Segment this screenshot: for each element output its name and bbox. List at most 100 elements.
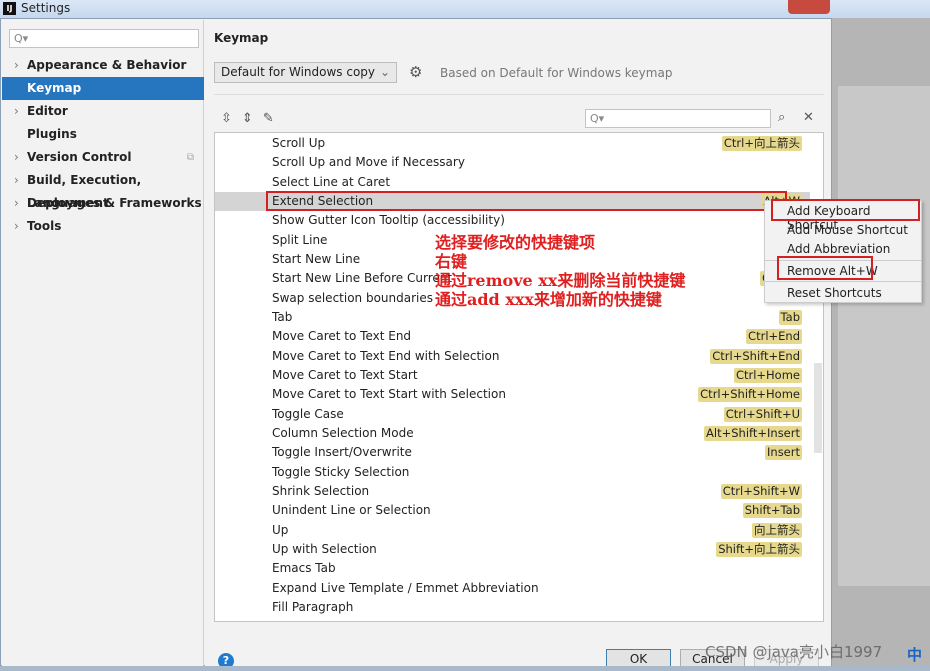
shortcut-badge: Insert <box>765 445 802 461</box>
expand-all-icon[interactable]: ⇳ <box>221 111 232 126</box>
gear-icon[interactable]: ⚙ <box>409 63 422 81</box>
collapse-all-icon[interactable]: ⇕ <box>242 111 253 126</box>
chevron-right-icon[interactable]: › <box>14 54 19 77</box>
annotation: 选择要修改的快捷键项 右键 通过remove xx来删除当前快捷键 通过add … <box>435 233 685 309</box>
action-row[interactable]: Move Caret to Text End with Selection Ctr… <box>215 347 810 366</box>
background-window <box>838 86 930 586</box>
settings-dialog: Q▾ › Appearance & Behavior Keymap › Editor Pl… <box>0 18 832 670</box>
action-row[interactable]: Move Caret to Text Start with Selection C… <box>215 385 810 404</box>
action-name: Toggle Case <box>272 406 344 421</box>
list-toolbar: ⇳ ⇕ ✎ <box>221 111 284 126</box>
find-by-shortcut-icon[interactable]: ⌕ <box>778 110 785 125</box>
menu-reset-shortcuts[interactable]: Reset Shortcuts <box>787 286 882 300</box>
shortcut-badge: Tab <box>778 309 802 325</box>
action-name: Up with Selection <box>272 541 377 556</box>
chevron-down-icon: ⌄ <box>379 65 390 79</box>
action-row[interactable]: Tab Tab <box>215 308 810 327</box>
keymap-select[interactable]: Default for Windows copy ⌄ <box>214 62 397 83</box>
action-name: Toggle Insert/Overwrite <box>272 445 412 460</box>
shortcut-badge: 向上箭头 <box>752 522 802 538</box>
chevron-right-icon[interactable]: › <box>14 192 19 215</box>
action-name: Start New Line Before Current <box>272 271 453 286</box>
action-name: Expand Live Template / Emmet Abbreviatio… <box>272 580 539 595</box>
sidebar-item-appearance-behavior[interactable]: › Appearance & Behavior <box>2 54 204 77</box>
sidebar-item-tools[interactable]: › Tools <box>2 215 204 238</box>
sidebar-item-label: Appearance & Behavior <box>27 58 187 72</box>
sidebar-item-editor[interactable]: › Editor <box>2 100 204 123</box>
sidebar-item-languages-frameworks[interactable]: › Languages & Frameworks <box>2 192 204 215</box>
action-row[interactable]: Toggle Insert/Overwrite Insert <box>215 443 810 462</box>
action-name: Select Line at Caret <box>272 174 391 189</box>
chevron-right-icon[interactable]: › <box>14 146 19 169</box>
sidebar-item-keymap[interactable]: Keymap <box>2 77 204 100</box>
action-row[interactable]: Up with Selection Shift+向上箭头 <box>215 540 810 559</box>
menu-add-abbreviation[interactable]: Add Abbreviation <box>787 242 890 256</box>
action-row[interactable]: Scroll Up and Move if Necessary <box>215 153 810 172</box>
highlight-box <box>777 256 873 280</box>
action-row[interactable]: Move Caret to Text Start Ctrl+Home <box>215 366 810 385</box>
action-name: Scroll Up <box>272 136 326 150</box>
action-row[interactable]: Unindent Line or Selection Shift+Tab <box>215 501 810 520</box>
action-name: Fill Paragraph <box>272 599 354 614</box>
action-name: Shrink Selection <box>272 483 370 498</box>
action-row[interactable]: Toggle Case Ctrl+Shift+U <box>215 405 810 424</box>
menu-add-mouse-shortcut[interactable]: Add Mouse Shortcut <box>787 223 908 237</box>
action-row[interactable]: Toggle Sticky Selection <box>215 463 810 482</box>
sidebar-item-label: Plugins <box>27 127 77 141</box>
action-row[interactable]: Scroll Up Ctrl+向上箭头 <box>215 134 810 153</box>
action-row[interactable]: Emacs Tab <box>215 559 810 578</box>
app-logo: IJ <box>3 2 16 15</box>
chevron-right-icon[interactable]: › <box>14 100 19 123</box>
ime-indicator[interactable]: 中 <box>907 644 922 665</box>
annotation-line: 选择要修改的快捷键项 <box>435 233 596 252</box>
sidebar: Q▾ › Appearance & Behavior Keymap › Editor Pl… <box>2 20 204 666</box>
action-name: Move Caret to Text End <box>272 329 412 344</box>
action-row[interactable]: Column Selection Mode Alt+Shift+Insert <box>215 424 810 443</box>
edit-pencil-icon[interactable]: ✎ <box>263 111 274 126</box>
action-name: Scroll Up and Move if Necessary <box>272 155 465 170</box>
chevron-right-icon[interactable]: › <box>14 169 19 192</box>
shortcut-badge: Alt+Shift+Insert <box>704 425 802 441</box>
action-row[interactable]: Up 向上箭头 <box>215 521 810 540</box>
sidebar-item-version-control[interactable]: › Version Control ⧉ <box>2 146 204 169</box>
sidebar-item-plugins[interactable]: Plugins <box>2 123 204 146</box>
shortcut-badge: Ctrl+Home <box>733 367 802 383</box>
keymap-select-value: Default for Windows copy <box>221 65 376 79</box>
action-name: Toggle Sticky Selection <box>272 464 410 479</box>
action-name: Move Caret to Text End with Selection <box>272 348 500 363</box>
shortcut-badge: Ctrl+Shift+Home <box>698 387 802 403</box>
taskbar <box>0 666 930 671</box>
action-name: Up <box>272 522 289 537</box>
highlight-box <box>266 191 787 211</box>
page-title: Keymap <box>214 31 269 45</box>
action-name: Start New Line <box>272 251 361 266</box>
action-name: Tab <box>272 309 293 324</box>
sidebar-item-build-execution-deployment[interactable]: › Build, Execution, Deployment <box>2 169 204 210</box>
shortcut-badge: Shift+Tab <box>742 503 802 519</box>
action-filter-input[interactable]: Q▾ <box>585 109 771 128</box>
action-name: Move Caret to Text Start with Selection <box>272 387 506 402</box>
window-title: Settings <box>21 1 71 15</box>
annotation-line: 右键 <box>435 252 468 271</box>
clear-filter-icon[interactable]: ✕ <box>803 110 814 125</box>
action-row[interactable]: Select Line at Caret <box>215 173 810 192</box>
action-row[interactable]: Expand Live Template / Emmet Abbreviatio… <box>215 579 810 598</box>
action-name: Column Selection Mode <box>272 425 414 440</box>
settings-search-input[interactable]: Q▾ <box>9 29 199 48</box>
action-row[interactable]: Shrink Selection Ctrl+Shift+W <box>215 482 810 501</box>
action-name: Emacs Tab <box>272 561 336 576</box>
sidebar-item-label: Keymap <box>27 81 82 95</box>
shortcut-badge: Shift+向上箭头 <box>716 541 802 557</box>
action-row[interactable]: Show Gutter Icon Tooltip (accessibility)… <box>215 211 810 230</box>
scrollbar[interactable] <box>814 363 822 453</box>
action-name: Move Caret to Text Start <box>272 367 418 382</box>
settings-nav: › Appearance & Behavior Keymap › Editor Plugi… <box>2 54 204 238</box>
annotation-line: 通过remove xx来删除当前快捷键 <box>435 271 686 290</box>
action-row[interactable]: Move Caret to Text End Ctrl+End <box>215 327 810 346</box>
sidebar-item-label: Editor <box>27 104 68 118</box>
shortcut-badge: Ctrl+Shift+U <box>723 406 802 422</box>
chevron-right-icon[interactable]: › <box>14 215 19 238</box>
close-window-button[interactable] <box>788 0 830 14</box>
sidebar-item-label: Version Control <box>27 150 132 164</box>
action-row[interactable]: Fill Paragraph <box>215 598 810 617</box>
